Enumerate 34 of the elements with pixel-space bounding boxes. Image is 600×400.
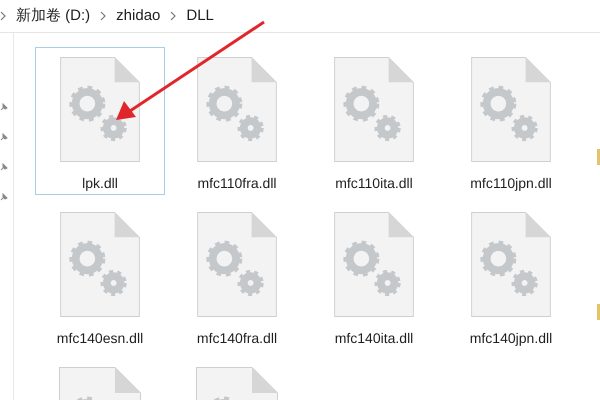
file-name: mfc140ita.dll	[334, 329, 414, 348]
dll-file-icon	[470, 212, 552, 317]
file-tile[interactable]: mfc140ita.dll	[309, 202, 439, 350]
file-tile[interactable]: lpk.dll	[35, 47, 165, 195]
file-name: mfc140jpn.dll	[470, 329, 552, 348]
chevron-icon	[100, 11, 106, 21]
dll-file-icon	[333, 212, 415, 317]
dll-file-icon	[59, 57, 141, 162]
dll-file-icon	[196, 57, 278, 162]
pin-icon[interactable]	[0, 193, 8, 201]
dll-file-icon	[470, 57, 552, 162]
file-name: mfc140esn.dll	[56, 329, 144, 348]
dll-file-icon	[59, 212, 141, 317]
pin-icon[interactable]	[0, 163, 8, 171]
chevron-icon	[170, 11, 176, 21]
file-name: mfc110jpn.dll	[470, 174, 552, 193]
file-name: mfc140fra.dll	[196, 329, 278, 348]
file-tile[interactable]: mfc110jpn.dll	[446, 47, 576, 195]
pin-icon[interactable]	[0, 133, 8, 141]
file-name: mfc110fra.dll	[197, 174, 277, 193]
file-tile[interactable]: mfc110ita.dll	[309, 47, 439, 195]
file-tile[interactable]: mfc140jpn.dll	[446, 202, 576, 350]
pin-icon[interactable]	[0, 103, 8, 111]
chevron-icon	[0, 11, 6, 21]
dll-file-icon	[333, 57, 415, 162]
breadcrumb-item[interactable]: 新加卷 (D:)	[13, 4, 94, 28]
file-tile[interactable]: mfc110fra.dll	[172, 47, 302, 195]
file-tile[interactable]: mfc140fra.dll	[172, 202, 302, 350]
breadcrumb-item[interactable]: DLL	[183, 4, 217, 28]
dll-file-icon	[196, 212, 278, 317]
breadcrumb-item[interactable]: zhidao	[113, 4, 164, 28]
file-name: mfc110ita.dll	[335, 174, 413, 193]
file-tile[interactable]: mfc140esn.dll	[35, 202, 165, 350]
file-name: lpk.dll	[82, 174, 118, 193]
